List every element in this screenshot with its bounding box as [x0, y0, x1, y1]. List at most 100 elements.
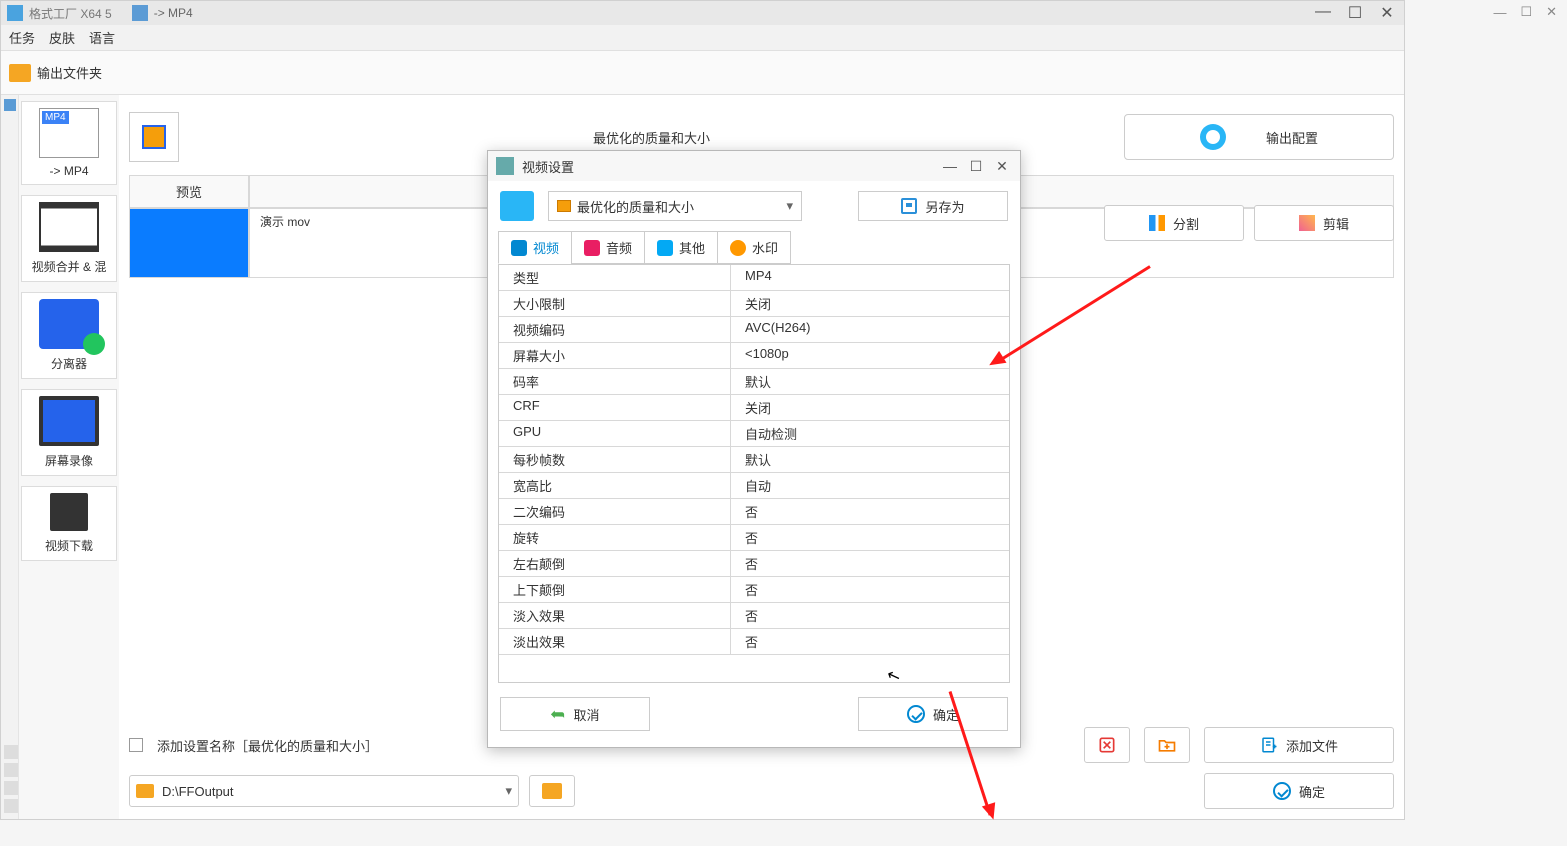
- add-folder-icon: [1157, 735, 1177, 755]
- settings-row[interactable]: 宽高比自动: [499, 472, 1009, 498]
- os-window-controls: — ☐ ✕: [1487, 0, 1567, 24]
- main-ok-button[interactable]: 确定: [1204, 773, 1394, 809]
- settings-row[interactable]: 屏幕大小<1080p: [499, 342, 1009, 368]
- left-mini-icons: [4, 745, 18, 813]
- trim-icon: [1299, 215, 1315, 231]
- setting-value[interactable]: 自动: [731, 473, 1009, 498]
- setting-value[interactable]: MP4: [731, 265, 1009, 290]
- setting-value[interactable]: 否: [731, 525, 1009, 550]
- settings-row-empty: [499, 654, 1009, 682]
- tab-video[interactable]: 视频: [498, 231, 572, 264]
- dialog-close-button[interactable]: ✕: [992, 158, 1012, 175]
- maximize-button[interactable]: ☐: [1344, 3, 1366, 23]
- sidebar-item-splitter[interactable]: 分离器: [21, 292, 117, 379]
- settings-row[interactable]: CRF关闭: [499, 394, 1009, 420]
- output-path-text: D:\FFOutput: [162, 784, 234, 799]
- setting-value[interactable]: 关闭: [731, 291, 1009, 316]
- add-file-icon: [1260, 736, 1278, 754]
- setting-value[interactable]: 自动检测: [731, 421, 1009, 446]
- setting-value[interactable]: 否: [731, 499, 1009, 524]
- settings-row[interactable]: 视频编码AVC(H264): [499, 316, 1009, 342]
- add-name-checkbox[interactable]: [129, 738, 143, 752]
- os-max-button[interactable]: ☐: [1520, 4, 1532, 20]
- sidebar-item-merge[interactable]: 视频合并 & 混: [21, 195, 117, 282]
- preset-select[interactable]: 最优化的质量和大小 ▾: [548, 191, 802, 221]
- col-preview[interactable]: 预览: [129, 175, 249, 208]
- sidebar-item-mp4[interactable]: -> MP4: [21, 101, 117, 185]
- setting-value[interactable]: 否: [731, 551, 1009, 576]
- settings-row[interactable]: 大小限制关闭: [499, 290, 1009, 316]
- setting-key: 淡出效果: [499, 629, 731, 654]
- menu-language[interactable]: 语言: [89, 28, 115, 47]
- add-file-button[interactable]: 添加文件: [1204, 727, 1394, 763]
- remove-icon: [1097, 735, 1117, 755]
- sidebar-item-label: 屏幕录像: [45, 454, 93, 468]
- minimize-button[interactable]: —: [1312, 3, 1334, 23]
- trim-button[interactable]: 剪辑: [1254, 205, 1394, 241]
- setting-value[interactable]: 否: [731, 603, 1009, 628]
- ok-label: 确定: [933, 705, 959, 724]
- add-folder-button[interactable]: [1144, 727, 1190, 763]
- setting-key: 淡入效果: [499, 603, 731, 628]
- settings-row[interactable]: 类型MP4: [499, 264, 1009, 290]
- setting-value[interactable]: AVC(H264): [731, 317, 1009, 342]
- menu-tasks[interactable]: 任务: [9, 28, 35, 47]
- sidebar-item-download[interactable]: 视频下载: [21, 486, 117, 561]
- dialog-titlebar: 视频设置 — ☐ ✕: [488, 151, 1020, 181]
- browse-folder-button[interactable]: [529, 775, 575, 807]
- setting-key: 二次编码: [499, 499, 731, 524]
- settings-row[interactable]: 码率默认: [499, 368, 1009, 394]
- cancel-button[interactable]: ➦ 取消: [500, 697, 650, 731]
- remove-button[interactable]: [1084, 727, 1130, 763]
- preview-thumbnail: [129, 208, 249, 278]
- settings-row[interactable]: 左右颠倒否: [499, 550, 1009, 576]
- split-button[interactable]: 分割: [1104, 205, 1244, 241]
- setting-key: 视频编码: [499, 317, 731, 342]
- settings-row[interactable]: 二次编码否: [499, 498, 1009, 524]
- main-ok-label: 确定: [1299, 782, 1325, 801]
- app-icon: [7, 5, 23, 21]
- settings-row[interactable]: 每秒帧数默认: [499, 446, 1009, 472]
- output-folder-label[interactable]: 输出文件夹: [37, 63, 102, 82]
- dialog-tabs: 视频 音频 其他 水印: [488, 231, 1020, 264]
- sidebar-item-label: 分离器: [51, 357, 87, 371]
- quality-label: 最优化的质量和大小: [179, 128, 1124, 147]
- tab-label: 水印: [752, 238, 778, 257]
- tab-other[interactable]: 其他: [644, 231, 718, 264]
- settings-row[interactable]: 淡入效果否: [499, 602, 1009, 628]
- preset-label: 最优化的质量和大小: [577, 197, 694, 216]
- save-as-label: 另存为: [925, 197, 964, 216]
- setting-value[interactable]: 关闭: [731, 395, 1009, 420]
- setting-value[interactable]: 默认: [731, 447, 1009, 472]
- settings-row[interactable]: 淡出效果否: [499, 628, 1009, 654]
- settings-row[interactable]: GPU自动检测: [499, 420, 1009, 446]
- tab-label: 音频: [606, 238, 632, 257]
- splitter-icon: [39, 299, 99, 349]
- setting-value[interactable]: 否: [731, 629, 1009, 654]
- os-min-button[interactable]: —: [1493, 5, 1506, 20]
- setting-value[interactable]: 默认: [731, 369, 1009, 394]
- settings-row[interactable]: 上下颠倒否: [499, 576, 1009, 602]
- os-close-button[interactable]: ✕: [1546, 4, 1557, 20]
- setting-value[interactable]: <1080p: [731, 343, 1009, 368]
- save-as-button[interactable]: 另存为: [858, 191, 1008, 221]
- setting-key: GPU: [499, 421, 731, 446]
- settings-row[interactable]: 旋转否: [499, 524, 1009, 550]
- output-path-input[interactable]: D:\FFOutput ▾: [129, 775, 519, 807]
- tab-audio[interactable]: 音频: [571, 231, 645, 264]
- setting-key: CRF: [499, 395, 731, 420]
- sidebar-item-screenrec[interactable]: 屏幕录像: [21, 389, 117, 476]
- dialog-buttons: ➦ 取消 确定: [488, 683, 1020, 747]
- tab-watermark[interactable]: 水印: [717, 231, 791, 264]
- other-tab-icon: [657, 240, 673, 256]
- screen-record-icon: [39, 396, 99, 446]
- sidebar-item-label: 视频下载: [45, 539, 93, 553]
- menu-skin[interactable]: 皮肤: [49, 28, 75, 47]
- output-config-button[interactable]: 输出配置: [1124, 114, 1394, 160]
- close-button[interactable]: ✕: [1376, 3, 1398, 23]
- setting-key: 屏幕大小: [499, 343, 731, 368]
- ok-button[interactable]: 确定: [858, 697, 1008, 731]
- setting-value[interactable]: 否: [731, 577, 1009, 602]
- dialog-min-button[interactable]: —: [940, 158, 960, 175]
- dialog-max-button[interactable]: ☐: [966, 158, 986, 175]
